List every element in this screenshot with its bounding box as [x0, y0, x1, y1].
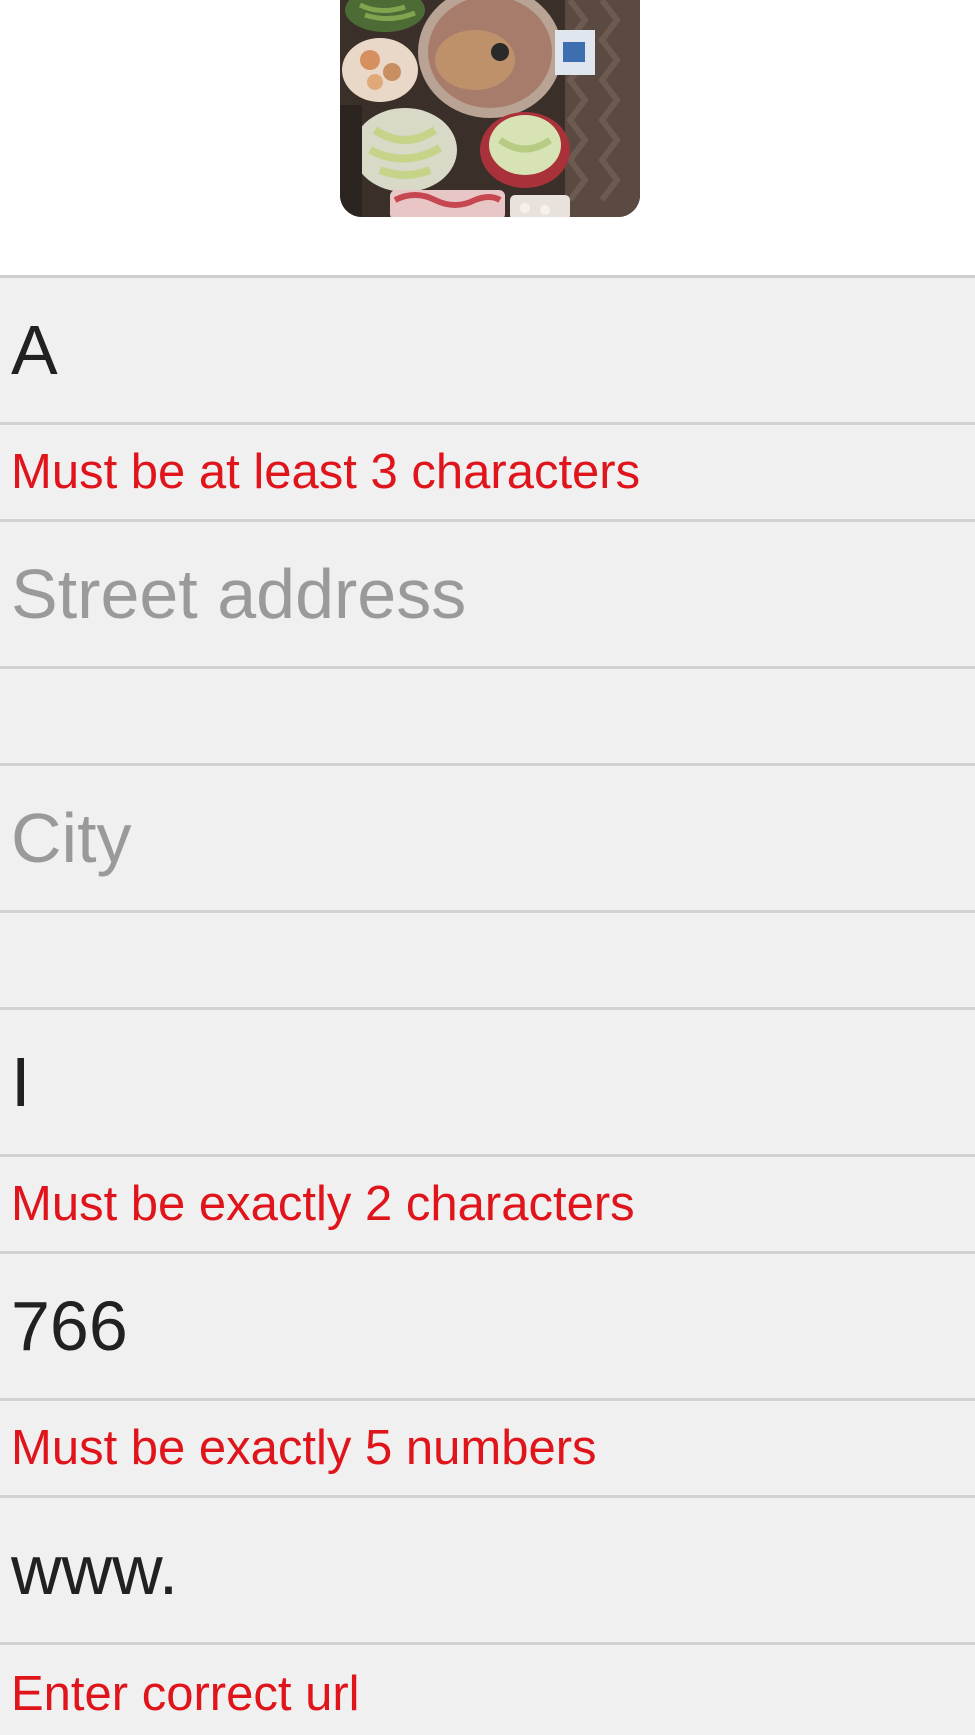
state-input[interactable]: [11, 1042, 951, 1122]
url-input[interactable]: [11, 1530, 951, 1610]
hotpot-photo-image: [340, 0, 640, 217]
name-error-text: Must be at least 3 characters: [11, 445, 641, 499]
name-error-row: Must be at least 3 characters: [0, 425, 975, 522]
zip-input[interactable]: [11, 1286, 951, 1366]
street-field-row[interactable]: [0, 522, 975, 669]
zip-error-row: Must be exactly 5 numbers: [0, 1401, 975, 1498]
state-error-text: Must be exactly 2 characters: [11, 1177, 635, 1231]
city-error-row: [0, 913, 975, 1010]
zip-field-row[interactable]: [0, 1254, 975, 1401]
name-field-row[interactable]: [0, 278, 975, 425]
url-field-row[interactable]: [0, 1498, 975, 1645]
address-form: Must be at least 3 characters Must be ex…: [0, 275, 975, 1735]
name-input[interactable]: [11, 310, 951, 390]
city-field-row[interactable]: [0, 766, 975, 913]
url-error-text: Enter correct url: [11, 1666, 360, 1721]
street-error-row: [0, 669, 975, 766]
restaurant-photo[interactable]: [340, 0, 640, 217]
state-field-row[interactable]: [0, 1010, 975, 1157]
street-address-input[interactable]: [11, 554, 951, 634]
zip-error-text: Must be exactly 5 numbers: [11, 1421, 597, 1475]
state-error-row: Must be exactly 2 characters: [0, 1157, 975, 1254]
city-input[interactable]: [11, 798, 951, 878]
edit-restaurant-screen: Must be at least 3 characters Must be ex…: [0, 0, 975, 1735]
url-error-row: Enter correct url: [0, 1645, 975, 1735]
